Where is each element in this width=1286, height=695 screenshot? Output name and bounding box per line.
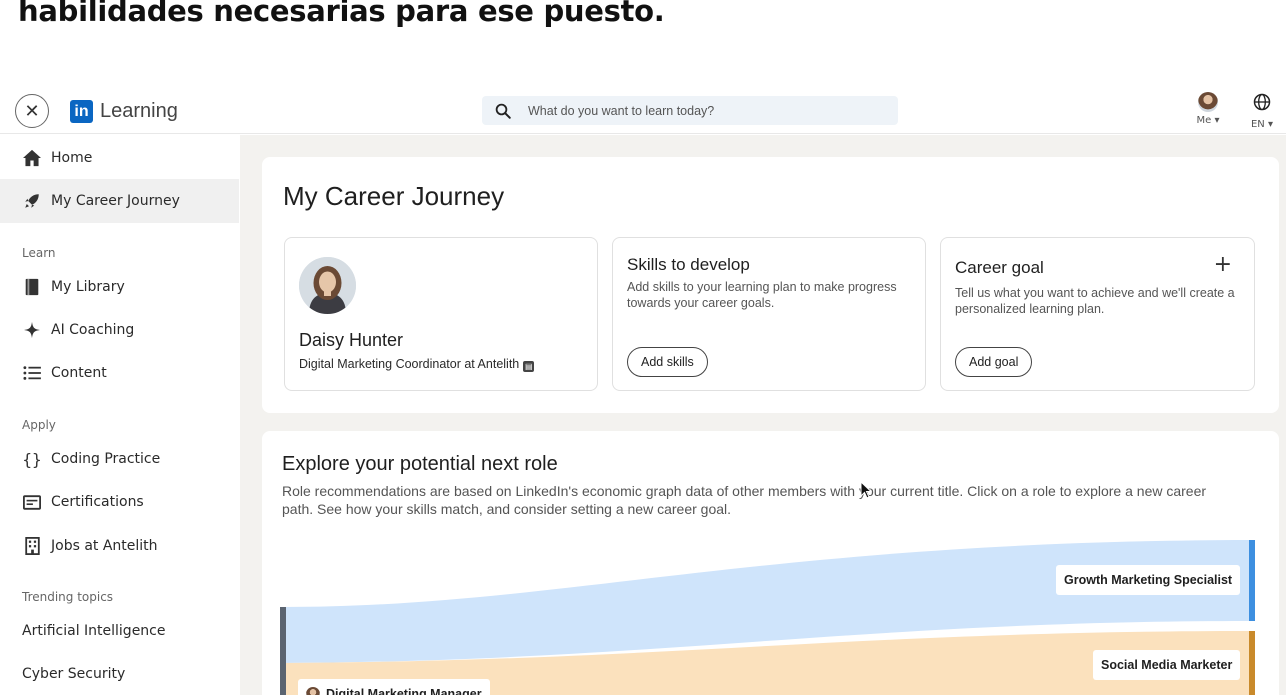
sidebar-item-ai-coaching[interactable]: AI Coaching (0, 308, 239, 352)
explore-description: Role recommendations are based on Linked… (282, 483, 1207, 517)
sidebar-item-my-library[interactable]: My Library (0, 265, 239, 309)
profile-role-text: Digital Marketing Coordinator at Antelit… (299, 357, 520, 371)
sidebar-item-career-journey[interactable]: My Career Journey (0, 179, 239, 223)
sidebar-item-label: Content (51, 365, 107, 381)
role-social-media-marketer[interactable]: Social Media Marketer (1093, 650, 1241, 680)
sidebar-item-label: My Library (51, 279, 125, 295)
linkedin-logo-icon: in (70, 100, 93, 123)
flow-target-bar-growth (1249, 540, 1255, 621)
section-label-trending: Trending topics (22, 590, 114, 604)
sidebar-item-label: Coding Practice (51, 451, 161, 467)
sidebar-item-certifications[interactable]: Certifications (0, 480, 239, 524)
skills-card: Skills to develop Add skills to your lea… (612, 237, 926, 391)
mouse-cursor-icon (860, 481, 872, 499)
explore-roles-card: Explore your potential next role Role re… (262, 431, 1279, 695)
braces-icon: {} (22, 449, 42, 469)
sparkle-icon (22, 320, 42, 340)
linkedin-learning-logo[interactable]: in Learning (70, 100, 178, 123)
career-goal-description: Tell us what you want to achieve and we'… (955, 286, 1235, 316)
avatar (299, 257, 356, 314)
flow-target-bar-social (1249, 631, 1255, 695)
role-current[interactable]: Digital Marketing Manager (298, 679, 490, 695)
sidebar-item-label: Jobs at Antelith (51, 538, 158, 554)
role-current-label: Digital Marketing Manager (326, 687, 482, 695)
sidebar-item-coding-practice[interactable]: {} Coding Practice (0, 437, 239, 481)
trending-topic-ai[interactable]: Artificial Intelligence (22, 623, 166, 639)
sidebar-item-label: My Career Journey (51, 193, 180, 209)
add-goal-button[interactable]: Add goal (955, 347, 1033, 377)
search-icon (495, 103, 511, 119)
sidebar: Home My Career Journey Learn My Library … (0, 135, 239, 695)
sidebar-item-label: Certifications (51, 494, 144, 510)
sidebar-item-home[interactable]: Home (0, 136, 239, 180)
close-icon: ✕ (24, 100, 40, 122)
sidebar-item-label: Home (51, 150, 93, 166)
search-input[interactable] (528, 103, 868, 118)
me-menu[interactable]: Me ▾ (1193, 92, 1223, 126)
section-label-apply: Apply (22, 418, 56, 432)
skills-description: Add skills to your learning plan to make… (627, 280, 897, 310)
page-title: My Career Journey (283, 181, 505, 211)
trending-topic-cyber-security[interactable]: Cyber Security (22, 666, 125, 682)
flow-source-bar (280, 607, 286, 695)
logo-text: Learning (100, 100, 178, 122)
career-journey-card: My Career Journey Daisy Hunter Digital M… (262, 157, 1279, 413)
book-icon (22, 277, 42, 297)
language-label: EN (1250, 119, 1265, 130)
profile-card: Daisy Hunter Digital Marketing Coordinat… (284, 237, 598, 391)
career-goal-card: Career goal + Tell us what you want to a… (940, 237, 1255, 391)
globe-icon (1253, 93, 1271, 111)
explore-title: Explore your potential next role (282, 453, 558, 475)
caret-down-icon: ▾ (1267, 119, 1274, 130)
video-caption: habilidades necesarias para ese puesto. (18, 0, 665, 28)
section-label-learn: Learn (22, 246, 56, 260)
top-bar: ✕ in Learning Me ▾ EN ▾ (0, 84, 1286, 134)
home-icon (22, 148, 42, 168)
skills-title: Skills to develop (627, 255, 750, 274)
sidebar-item-jobs[interactable]: Jobs at Antelith (0, 524, 239, 568)
career-goal-title: Career goal (955, 258, 1044, 277)
plus-icon[interactable]: + (1214, 252, 1232, 277)
main-content: My Career Journey Daisy Hunter Digital M… (240, 135, 1286, 695)
caret-down-icon: ▾ (1214, 115, 1220, 126)
sidebar-item-content[interactable]: Content (0, 351, 239, 395)
building-icon (22, 536, 42, 556)
rocket-icon (22, 191, 42, 211)
company-icon: ▤ (523, 361, 535, 372)
profile-name: Daisy Hunter (299, 330, 404, 350)
profile-role: Digital Marketing Coordinator at Antelit… (299, 357, 535, 372)
certificate-icon (22, 492, 42, 512)
sidebar-item-label: AI Coaching (51, 322, 135, 338)
add-skills-button[interactable]: Add skills (627, 347, 708, 377)
avatar (306, 687, 320, 695)
close-button[interactable]: ✕ (15, 94, 49, 128)
language-menu[interactable]: EN ▾ (1246, 92, 1278, 130)
search-bar[interactable] (482, 96, 898, 125)
list-icon (22, 363, 42, 383)
role-growth-marketing-specialist[interactable]: Growth Marketing Specialist (1056, 565, 1241, 595)
avatar (1198, 92, 1218, 112)
me-label: Me (1196, 115, 1212, 126)
